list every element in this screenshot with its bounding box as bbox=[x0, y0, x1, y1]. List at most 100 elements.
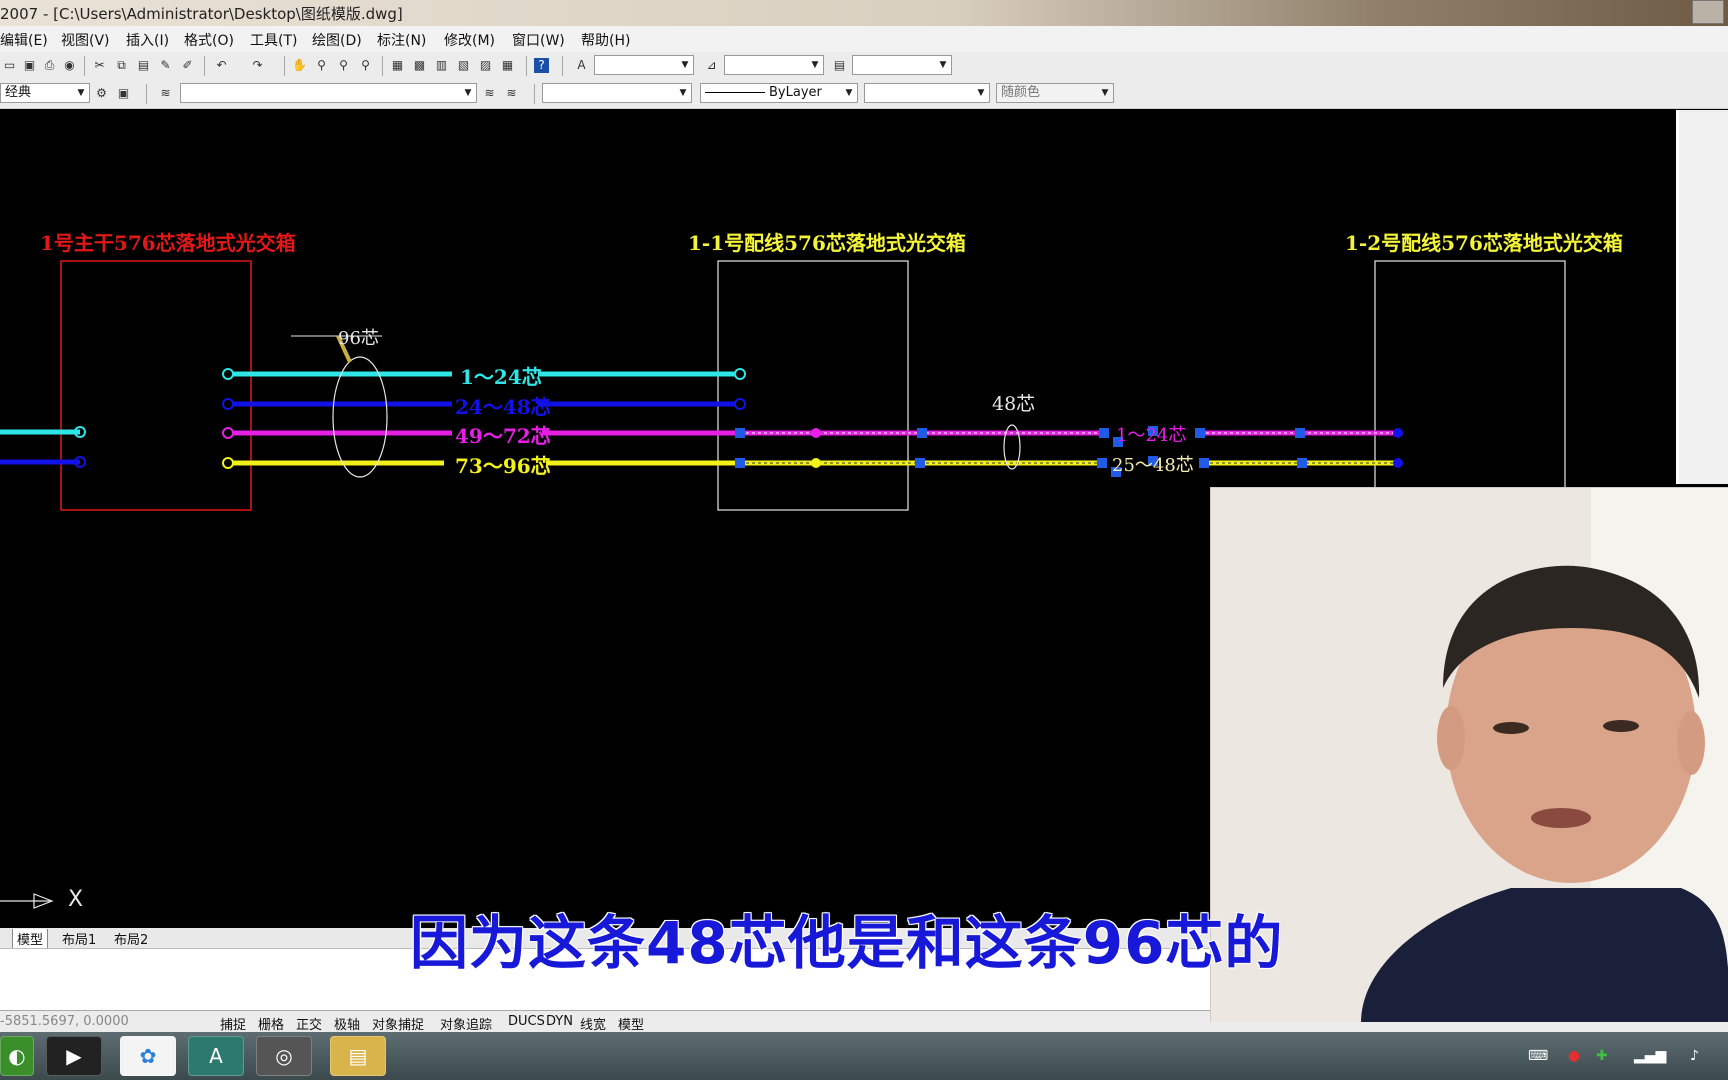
properties-icon[interactable]: ▦ bbox=[390, 58, 405, 73]
app-folder-icon[interactable]: ▤ bbox=[330, 1036, 386, 1076]
menu-modify[interactable]: 修改(M) bbox=[444, 30, 495, 50]
menu-window[interactable]: 窗口(W) bbox=[512, 30, 565, 50]
node-marker[interactable] bbox=[222, 427, 234, 439]
osnap-toggle[interactable]: 对象捕捉 bbox=[372, 1014, 424, 1033]
record-tray-icon[interactable]: ● bbox=[1568, 1048, 1580, 1064]
color-control-select[interactable]: ▼ bbox=[542, 83, 692, 103]
otrack-toggle[interactable]: 对象追踪 bbox=[440, 1014, 492, 1033]
workspace-select[interactable]: 经典 ▼ bbox=[0, 83, 90, 103]
redo-icon[interactable]: ↷ bbox=[250, 58, 265, 73]
save-icon[interactable]: ▣ bbox=[22, 58, 37, 73]
app-pro-icon[interactable]: ◎ bbox=[256, 1036, 312, 1076]
text-style-icon[interactable]: A bbox=[574, 58, 589, 73]
ortho-toggle[interactable]: 正交 bbox=[296, 1014, 322, 1033]
preview-icon[interactable]: ◉ bbox=[62, 58, 77, 73]
menu-insert[interactable]: 插入(I) bbox=[126, 30, 169, 50]
layer-previous-icon[interactable]: ≋ bbox=[504, 86, 519, 101]
model-toggle[interactable]: 模型 bbox=[618, 1014, 644, 1033]
keyboard-tray-icon[interactable]: ⌨ bbox=[1528, 1048, 1548, 1064]
menu-help[interactable]: 帮助(H) bbox=[581, 30, 630, 50]
taskbar: ◐ ▶ ✿ A ◎ ▤ ⌨ ● ✚ ▂▄▆ ♪ bbox=[0, 1032, 1728, 1080]
table-style-select[interactable]: ▼ bbox=[852, 55, 952, 75]
workspace-settings-icon[interactable]: ⚙ bbox=[94, 86, 109, 101]
lineweight-select[interactable]: ▼ bbox=[864, 83, 990, 103]
plot-icon[interactable]: ⎙ bbox=[42, 58, 57, 73]
lineweight-toggle[interactable]: 线宽 bbox=[580, 1014, 606, 1033]
node-marker[interactable] bbox=[222, 398, 234, 410]
ducs-toggle[interactable]: DUCS bbox=[508, 1014, 545, 1029]
tool-palettes-icon[interactable]: ▥ bbox=[434, 58, 449, 73]
open-icon[interactable]: ▭ bbox=[2, 58, 17, 73]
node-marker[interactable] bbox=[222, 457, 234, 469]
sub-label-25-48[interactable]: 25～48芯 bbox=[1112, 451, 1194, 477]
layer-select[interactable]: ▼ bbox=[180, 83, 477, 103]
cable-96-label[interactable]: 96芯 bbox=[338, 324, 379, 350]
sheet-set-icon[interactable]: ▧ bbox=[456, 58, 471, 73]
block-editor-icon[interactable]: ✐ bbox=[180, 58, 195, 73]
node-marker[interactable] bbox=[734, 398, 746, 410]
dim-style-icon[interactable]: ⊿ bbox=[704, 58, 719, 73]
match-properties-icon[interactable]: ✎ bbox=[158, 58, 173, 73]
zoom-window-icon[interactable]: ⚲ bbox=[336, 58, 351, 73]
tab-model[interactable]: 模型 bbox=[12, 929, 49, 949]
grid-toggle[interactable]: 栅格 bbox=[258, 1014, 284, 1033]
dyn-toggle[interactable]: DYN bbox=[546, 1014, 573, 1029]
node-marker[interactable] bbox=[222, 368, 234, 380]
cut-icon[interactable]: ✂ bbox=[92, 58, 107, 73]
close-button[interactable] bbox=[1692, 0, 1724, 24]
cable-48-label[interactable]: 48芯 bbox=[992, 389, 1035, 416]
cabinet-1-2-title[interactable]: 1-2号配线576芯落地式光交箱 bbox=[1345, 227, 1623, 256]
node-marker[interactable] bbox=[734, 368, 746, 380]
layer-manager-icon[interactable]: ≋ bbox=[158, 86, 173, 101]
menu-draw[interactable]: 绘图(D) bbox=[312, 30, 362, 50]
text-style-select[interactable]: ▼ bbox=[594, 55, 694, 75]
core-label-1-24[interactable]: 1～24芯 bbox=[460, 361, 542, 390]
app-autocad-icon[interactable]: A bbox=[188, 1036, 244, 1076]
main-cabinet-box[interactable] bbox=[60, 260, 252, 511]
core-label-73-96[interactable]: 73～96芯 bbox=[455, 450, 551, 479]
menu-format[interactable]: 格式(O) bbox=[184, 30, 234, 50]
make-current-layer-icon[interactable]: ≋ bbox=[482, 86, 497, 101]
standard-toolbar: ▭ ▣ ⎙ ◉ ✂ ⧉ ▤ ✎ ✐ ↶ ↷ ✋ ⚲ ⚲ ⚲ ▦ ▩ ▥ ▧ ▨ … bbox=[0, 52, 1728, 81]
menu-view[interactable]: 视图(V) bbox=[61, 30, 110, 50]
dim-style-select[interactable]: ▼ bbox=[724, 55, 824, 75]
volume-tray-icon[interactable]: ♪ bbox=[1690, 1048, 1699, 1064]
copy-icon[interactable]: ⧉ bbox=[114, 58, 129, 73]
title-bar: 2007 - [C:\Users\Administrator\Desktop\图… bbox=[0, 0, 1728, 26]
menu-dimension[interactable]: 标注(N) bbox=[377, 30, 426, 50]
pan-icon[interactable]: ✋ bbox=[292, 58, 307, 73]
linetype-select[interactable]: ByLayer ▼ bbox=[700, 83, 858, 103]
zoom-realtime-icon[interactable]: ⚲ bbox=[314, 58, 329, 73]
zoom-previous-icon[interactable]: ⚲ bbox=[358, 58, 373, 73]
network-tray-icon[interactable]: ▂▄▆ bbox=[1634, 1048, 1666, 1064]
table-style-icon[interactable]: ▤ bbox=[832, 58, 847, 73]
cabinet-1-2-box[interactable] bbox=[1374, 260, 1566, 511]
app-camera-icon[interactable]: ▶ bbox=[46, 1036, 102, 1076]
undo-icon[interactable]: ↶ bbox=[214, 58, 229, 73]
app-baidu-icon[interactable]: ✿ bbox=[120, 1036, 176, 1076]
paste-icon[interactable]: ▤ bbox=[136, 58, 151, 73]
menu-tools[interactable]: 工具(T) bbox=[250, 30, 297, 50]
main-cabinet-title[interactable]: 1号主干576芯落地式光交箱 bbox=[40, 227, 296, 256]
menu-edit[interactable]: 编辑(E) bbox=[0, 30, 48, 50]
calculator-icon[interactable]: ▦ bbox=[500, 58, 515, 73]
core-label-24-48[interactable]: 24～48芯 bbox=[455, 391, 551, 420]
help-icon[interactable]: ? bbox=[534, 58, 549, 73]
node-marker[interactable] bbox=[1393, 428, 1403, 438]
cabinet-1-1-title[interactable]: 1-1号配线576芯落地式光交箱 bbox=[688, 227, 966, 256]
tab-layout2[interactable]: 布局2 bbox=[110, 929, 152, 948]
app-360-icon[interactable]: ◐ bbox=[0, 1036, 34, 1076]
add-tray-icon[interactable]: ✚ bbox=[1596, 1048, 1608, 1064]
core-label-49-72[interactable]: 49～72芯 bbox=[455, 420, 551, 449]
node-marker[interactable] bbox=[811, 428, 821, 438]
design-center-icon[interactable]: ▩ bbox=[412, 58, 427, 73]
node-marker[interactable] bbox=[811, 458, 821, 468]
markup-icon[interactable]: ▨ bbox=[478, 58, 493, 73]
node-marker[interactable] bbox=[1393, 458, 1403, 468]
snap-toggle[interactable]: 捕捉 bbox=[220, 1014, 246, 1033]
workspace-save-icon[interactable]: ▣ bbox=[116, 86, 131, 101]
cabinet-1-1-box[interactable] bbox=[717, 260, 909, 511]
sub-label-1-24[interactable]: 1～24芯 bbox=[1116, 421, 1186, 447]
polar-toggle[interactable]: 极轴 bbox=[334, 1014, 360, 1033]
tab-layout1[interactable]: 布局1 bbox=[58, 929, 100, 948]
